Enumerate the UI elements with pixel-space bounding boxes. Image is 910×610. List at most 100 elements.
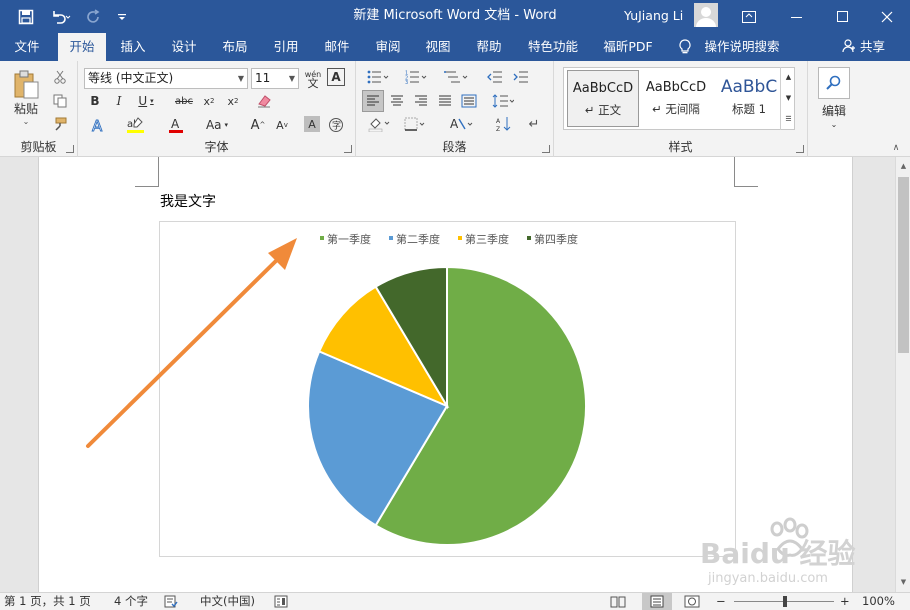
styles-scroll-down-icon[interactable]: ▼ <box>781 88 796 108</box>
word-count[interactable]: 4 个字 <box>114 593 148 610</box>
styles-more-icon[interactable]: ☰ <box>781 109 796 129</box>
font-size-dropdown[interactable]: 11 ▼ <box>251 68 299 89</box>
change-case-button[interactable]: Aa ▾ <box>202 115 232 135</box>
tab-view[interactable]: 视图 <box>418 33 458 61</box>
tab-home[interactable]: 开始 <box>58 33 106 61</box>
align-right-icon[interactable] <box>410 91 432 111</box>
style-normal[interactable]: AaBbCcD ↵ 正文 <box>567 70 639 127</box>
clear-formatting-icon[interactable] <box>254 92 274 110</box>
tab-foxit-pdf[interactable]: 福昕PDF <box>597 33 659 61</box>
show-formatting-marks-icon[interactable]: ↵ <box>524 114 544 134</box>
zoom-in-button[interactable]: + <box>840 593 850 610</box>
styles-scroll-up-icon[interactable]: ▲ <box>781 67 796 87</box>
font-color-icon[interactable]: A <box>164 115 188 135</box>
superscript-button[interactable]: x2 <box>224 92 242 110</box>
document-text[interactable]: 我是文字 <box>160 191 216 211</box>
style-heading-1[interactable]: AaBbC 标题 1 <box>713 70 785 127</box>
avatar[interactable] <box>694 3 718 27</box>
chinese-layout-icon[interactable]: A <box>446 114 478 134</box>
scroll-down-icon[interactable]: ▼ <box>897 575 910 589</box>
ribbon-display-options-icon[interactable] <box>726 0 772 33</box>
bold-button[interactable]: B <box>86 92 104 110</box>
tab-review[interactable]: 审阅 <box>368 33 408 61</box>
macro-record-icon[interactable] <box>274 595 288 610</box>
shrink-font-button[interactable]: Av <box>272 115 292 135</box>
undo-icon[interactable] <box>44 0 78 33</box>
font-dialog-launcher[interactable] <box>344 145 352 153</box>
proofing-icon[interactable] <box>164 595 178 610</box>
save-icon[interactable] <box>10 0 42 33</box>
increase-indent-icon[interactable] <box>510 67 532 87</box>
multilevel-list-icon[interactable] <box>440 67 472 87</box>
zoom-level[interactable]: 100% <box>862 593 895 610</box>
tab-insert[interactable]: 插入 <box>113 33 153 61</box>
subscript-button[interactable]: x2 <box>200 92 218 110</box>
maximize-icon[interactable] <box>820 0 866 33</box>
tab-special-features[interactable]: 特色功能 <box>524 33 582 61</box>
decrease-indent-icon[interactable] <box>484 67 506 87</box>
clipboard-dialog-launcher[interactable] <box>66 145 74 153</box>
align-left-icon[interactable] <box>362 90 384 112</box>
distributed-icon[interactable] <box>458 91 480 111</box>
close-icon[interactable] <box>864 0 910 33</box>
customize-quick-access-icon[interactable] <box>112 0 132 33</box>
margin-corner-top-left <box>135 157 159 187</box>
text-effects-icon[interactable]: A <box>86 115 110 135</box>
page-count[interactable]: 第 1 页，共 1 页 <box>4 593 91 610</box>
grow-font-button[interactable]: A ^ <box>248 115 268 135</box>
font-name-dropdown[interactable]: 等线 (中文正文) ▼ <box>84 68 248 89</box>
page[interactable]: 我是文字 第一季度 第二季度 第三季度 第四季度 <box>38 157 853 592</box>
phonetic-guide-button[interactable]: wén 文 <box>302 67 324 91</box>
chart-container[interactable]: 第一季度 第二季度 第三季度 第四季度 <box>159 221 736 557</box>
web-layout-icon[interactable] <box>684 595 700 610</box>
sort-icon[interactable]: AZ <box>492 114 516 134</box>
format-painter-icon[interactable] <box>50 114 70 134</box>
scroll-up-icon[interactable]: ▲ <box>897 159 910 173</box>
zoom-slider-thumb[interactable] <box>783 596 787 607</box>
find-icon[interactable] <box>818 67 850 99</box>
tab-mailings[interactable]: 邮件 <box>317 33 357 61</box>
editing-label[interactable]: 编辑 <box>812 101 856 119</box>
tell-me-search[interactable]: 操作说明搜索 <box>700 33 784 61</box>
shading-icon[interactable] <box>364 114 394 134</box>
lightbulb-icon[interactable] <box>678 39 692 58</box>
character-shading-button[interactable]: A <box>304 116 320 132</box>
highlight-color-icon[interactable]: ab <box>122 115 150 135</box>
tab-layout[interactable]: 布局 <box>215 33 255 61</box>
justify-icon[interactable] <box>434 91 456 111</box>
numbering-icon[interactable]: 123 <box>402 67 430 87</box>
user-name[interactable]: YuJiang Li <box>624 0 683 33</box>
paste-button[interactable]: 粘贴 ⌄ <box>8 67 44 129</box>
svg-text:A: A <box>450 117 459 131</box>
character-border-button[interactable]: A <box>327 68 345 86</box>
zoom-out-button[interactable]: − <box>716 593 726 610</box>
underline-button[interactable]: U ▾ <box>134 92 158 110</box>
scroll-thumb[interactable] <box>898 177 909 353</box>
paragraph-dialog-launcher[interactable] <box>542 145 550 153</box>
minimize-icon[interactable] <box>774 0 820 33</box>
collapse-ribbon-icon[interactable]: ∧ <box>888 141 904 155</box>
read-mode-icon[interactable] <box>610 595 626 610</box>
style-no-spacing[interactable]: AaBbCcD ↵ 无间隔 <box>640 70 712 127</box>
line-spacing-icon[interactable] <box>488 91 518 111</box>
tab-file[interactable]: 文件 <box>6 33 48 61</box>
editing-dropdown-icon[interactable]: ⌄ <box>826 118 842 130</box>
italic-button[interactable]: I <box>110 92 128 110</box>
tab-references[interactable]: 引用 <box>266 33 306 61</box>
borders-icon[interactable] <box>400 114 430 134</box>
enclose-characters-icon[interactable]: 字 <box>326 115 346 135</box>
share-button[interactable]: 共享 <box>842 33 892 61</box>
redo-icon[interactable] <box>80 0 108 33</box>
styles-dialog-launcher[interactable] <box>796 145 804 153</box>
language[interactable]: 中文(中国) <box>200 593 255 610</box>
align-center-icon[interactable] <box>386 91 408 111</box>
bullets-icon[interactable] <box>364 67 392 87</box>
tab-design[interactable]: 设计 <box>165 33 203 61</box>
copy-icon[interactable] <box>50 91 70 111</box>
print-layout-icon[interactable] <box>642 593 672 610</box>
cut-icon[interactable] <box>50 67 70 87</box>
strikethrough-button[interactable]: abc <box>172 92 196 110</box>
paragraph-group-label: 段落 <box>442 140 467 154</box>
tab-help[interactable]: 帮助 <box>469 33 509 61</box>
vertical-scrollbar[interactable]: ▲ ▼ <box>895 157 910 592</box>
